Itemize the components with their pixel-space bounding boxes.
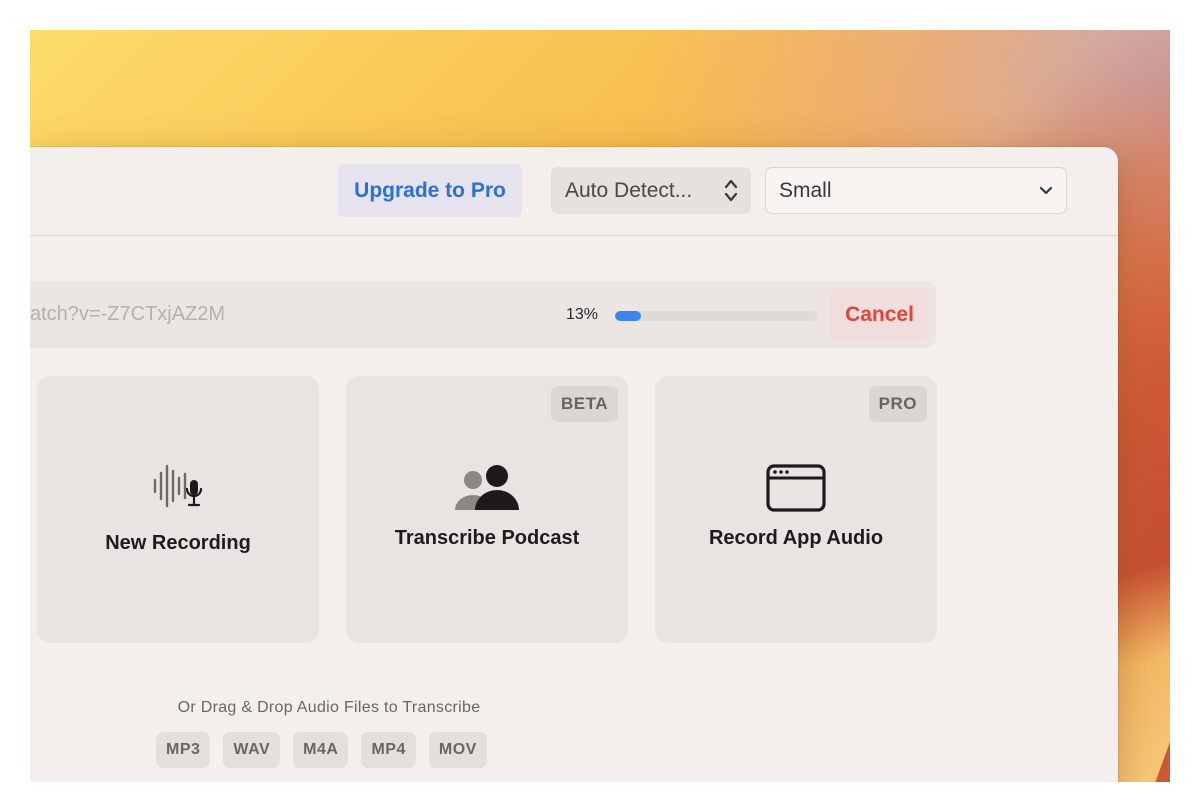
download-progress-row: atch?v=-Z7CTxjAZ2M 13% Cancel bbox=[30, 281, 936, 348]
progress-bar-fill bbox=[615, 311, 642, 321]
toolbar: Upgrade to Pro Auto Detect... Small bbox=[30, 147, 1118, 236]
app-window: Upgrade to Pro Auto Detect... Small atch… bbox=[30, 147, 1118, 782]
progress-bar bbox=[615, 311, 817, 321]
format-badge-m4a: M4A bbox=[293, 732, 349, 768]
new-recording-card[interactable]: New Recording bbox=[37, 376, 319, 643]
chevron-down-icon bbox=[1039, 186, 1053, 195]
new-recording-label: New Recording bbox=[105, 532, 251, 554]
url-field[interactable]: atch?v=-Z7CTxjAZ2M bbox=[30, 303, 225, 326]
model-size-select[interactable]: Small bbox=[765, 167, 1067, 214]
language-select-value: Auto Detect... bbox=[565, 178, 693, 202]
waveform-mic-icon bbox=[153, 464, 203, 508]
upgrade-to-pro-button[interactable]: Upgrade to Pro bbox=[338, 164, 522, 217]
desktop-background: Upgrade to Pro Auto Detect... Small atch… bbox=[30, 30, 1170, 782]
format-badge-wav: WAV bbox=[223, 732, 281, 768]
pro-badge: PRO bbox=[868, 386, 927, 422]
progress-percent: 13% bbox=[566, 306, 599, 323]
supported-formats: MP3 WAV M4A MP4 MOV bbox=[156, 732, 487, 768]
transcribe-podcast-card[interactable]: BETA Transcribe Podcast bbox=[346, 376, 628, 643]
transcribe-podcast-label: Transcribe Podcast bbox=[394, 527, 580, 549]
app-window-icon bbox=[766, 464, 826, 512]
up-down-chevron-icon bbox=[724, 179, 738, 202]
model-select-value: Small bbox=[779, 178, 832, 202]
record-app-audio-card[interactable]: PRO Record App Audio bbox=[655, 376, 937, 643]
beta-badge: BETA bbox=[550, 386, 618, 422]
cancel-button[interactable]: Cancel bbox=[830, 288, 929, 341]
people-icon bbox=[455, 465, 519, 510]
drag-drop-hint: Or Drag & Drop Audio Files to Transcribe bbox=[177, 699, 481, 716]
format-badge-mp3: MP3 bbox=[156, 732, 211, 768]
format-badge-mov: MOV bbox=[428, 732, 487, 768]
format-badge-mp4: MP4 bbox=[361, 732, 416, 768]
record-app-audio-label: Record App Audio bbox=[708, 527, 884, 549]
language-select[interactable]: Auto Detect... bbox=[551, 167, 751, 214]
